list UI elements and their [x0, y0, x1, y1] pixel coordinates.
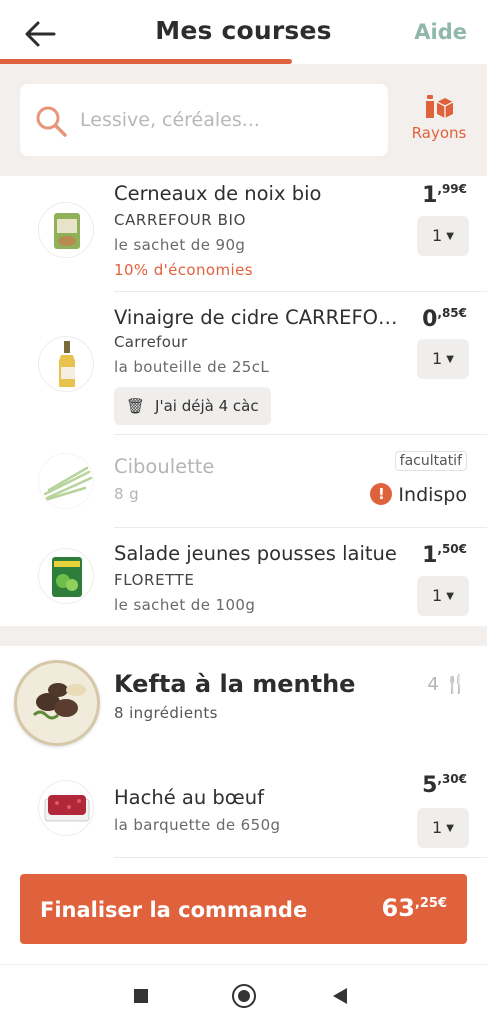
product-price: 1,50€ [422, 542, 467, 568]
product-quantity: le sachet de 90g [114, 236, 246, 254]
section-separator [0, 626, 487, 646]
product-quantity: le sachet de 100g [114, 596, 256, 614]
product-name: Haché au bœuf [114, 786, 264, 809]
quantity-selector[interactable]: 1 ▼ [417, 339, 469, 379]
product-name: Ciboulette [114, 455, 215, 478]
list-item[interactable]: Ciboulette 8 g facultatif ! Indispo [0, 435, 487, 527]
search-icon [36, 106, 67, 137]
list-item[interactable]: Haché au bœuf la barquette de 650g 5,30€… [0, 758, 487, 858]
list-item[interactable]: Vinaigre de cidre CARREFOUR Carrefour la… [0, 292, 487, 434]
search-box[interactable] [20, 84, 388, 156]
warning-icon: ! [370, 483, 393, 505]
promo-label: 10% d'économies [114, 261, 253, 279]
product-price: 0,85€ [422, 306, 467, 332]
cutlery-icon: 🍴 [438, 674, 467, 695]
recipe-title: Kefta à la menthe [114, 670, 356, 698]
system-nav-bar [0, 964, 487, 1024]
checkout-button[interactable]: Finaliser la commande 63,25€ [20, 874, 467, 944]
product-image-vinegar [38, 336, 94, 392]
back-icon[interactable] [333, 988, 347, 1004]
quantity-selector[interactable]: 1 ▼ [417, 808, 469, 848]
chevron-down-icon: ▼ [446, 823, 454, 834]
divider [114, 857, 487, 858]
recipe-ingredients-count: 8 ingrédients [114, 704, 218, 722]
recipe-image [14, 660, 100, 746]
product-name: Vinaigre de cidre CARREFOUR [114, 306, 404, 329]
list-item[interactable]: Cerneaux de noix bio CARREFOUR BIO le sa… [0, 176, 487, 292]
search-band: Rayons [0, 64, 487, 176]
chevron-down-icon: ▼ [446, 354, 454, 365]
product-price: 1,99€ [422, 182, 467, 208]
product-image-minced-beef [38, 780, 94, 836]
checkout-total: 63,25€ [381, 894, 447, 922]
checkout-label: Finaliser la commande [40, 898, 308, 922]
list-item[interactable]: Salade jeunes pousses laitue FLORETTE le… [0, 528, 487, 626]
product-price: 5,30€ [422, 772, 467, 798]
rayons-label: Rayons [411, 124, 467, 142]
product-image-salad [38, 548, 94, 604]
recipe-header[interactable]: Kefta à la menthe 8 ingrédients 4 🍴 [0, 646, 487, 758]
optional-badge: facultatif [394, 451, 467, 471]
recipe-servings[interactable]: 4 🍴 [427, 674, 467, 695]
aisles-icon [426, 95, 454, 118]
product-image-chives [38, 453, 94, 509]
unavailable-status: ! Indispo [370, 483, 467, 506]
product-name: Cerneaux de noix bio [114, 182, 322, 205]
home-icon[interactable] [232, 984, 256, 1008]
help-button[interactable]: Aide [414, 20, 467, 44]
product-brand: CARREFOUR BIO [114, 211, 246, 229]
product-quantity: la bouteille de 25cL [114, 358, 270, 376]
trash-icon: 🗑 [126, 397, 146, 415]
chevron-down-icon: ▼ [446, 591, 454, 602]
recents-icon[interactable] [134, 989, 148, 1003]
product-image-walnuts [38, 202, 94, 258]
product-brand: FLORETTE [114, 571, 195, 589]
product-name: Salade jeunes pousses laitue [114, 542, 397, 565]
rayons-button[interactable]: Rayons [404, 92, 474, 142]
search-input[interactable] [80, 102, 376, 138]
product-quantity: 8 g [114, 485, 140, 503]
product-brand: Carrefour [114, 333, 188, 351]
already-have-chip[interactable]: 🗑 J'ai déjà 4 càc [114, 387, 271, 425]
app-header: Mes courses Aide [0, 0, 487, 64]
chevron-down-icon: ▼ [446, 231, 454, 242]
quantity-selector[interactable]: 1 ▼ [417, 576, 469, 616]
quantity-selector[interactable]: 1 ▼ [417, 216, 469, 256]
product-quantity: la barquette de 650g [114, 816, 281, 834]
